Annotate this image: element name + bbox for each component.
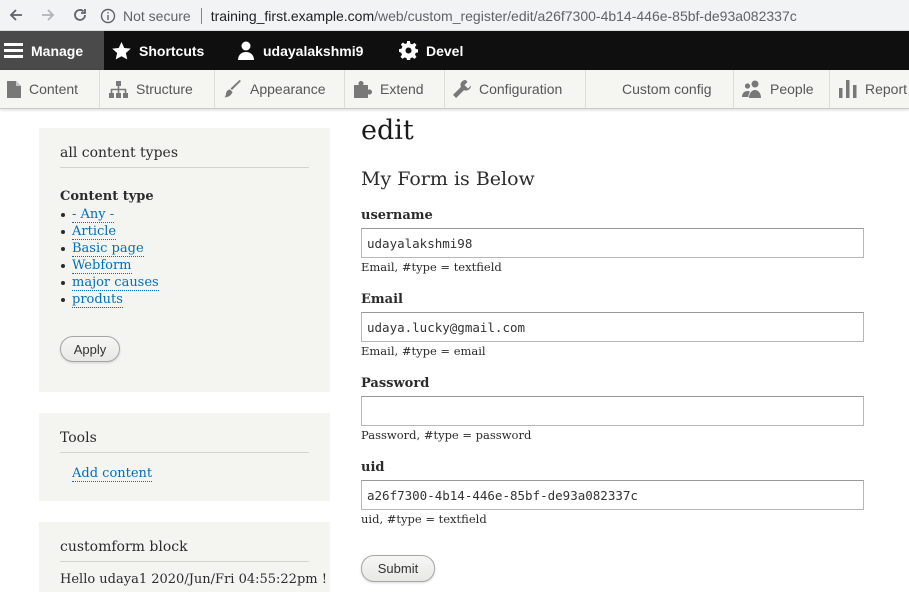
tray-reports-label: Report	[865, 81, 908, 97]
back-button[interactable]	[4, 3, 28, 27]
paintbrush-icon	[224, 80, 241, 98]
customform-block-text: Hello udaya1 2020/Jun/Fri 04:55:22pm !	[60, 572, 327, 587]
content-type-link-major-causes[interactable]: major causes	[72, 275, 159, 291]
puzzle-icon	[354, 81, 372, 98]
password-description: Password, #type = password	[361, 428, 532, 442]
content-type-item: produts	[61, 291, 159, 308]
browser-address-bar: Not secure training_first.example.com/we…	[0, 0, 909, 31]
toolbar-devel-label: Devel	[426, 42, 464, 59]
tray-structure-label: Structure	[136, 81, 193, 97]
hamburger-icon	[4, 43, 23, 58]
filter-block-divider	[60, 167, 309, 168]
toolbar-devel[interactable]: Devel	[399, 31, 463, 70]
content-type-link-webform[interactable]: Webform	[72, 258, 132, 274]
gear-icon	[399, 41, 418, 60]
forward-button[interactable]	[36, 3, 60, 27]
toolbar-user-label: udayalakshmi9	[263, 42, 364, 59]
page-title: edit	[361, 115, 414, 146]
bar-chart-icon	[839, 80, 857, 98]
content-type-label: Content type	[60, 189, 154, 204]
security-status: Not secure	[123, 7, 191, 24]
toolbar-user[interactable]: udayalakshmi9	[237, 31, 363, 70]
tray-people-label: People	[770, 81, 814, 97]
tray-appearance[interactable]: Appearance	[215, 70, 345, 108]
customform-block: customform block Hello udaya1 2020/Jun/F…	[39, 522, 330, 592]
tools-block-divider	[60, 452, 309, 453]
add-content-link[interactable]: Add content	[72, 466, 153, 482]
reload-icon	[74, 9, 86, 21]
toolbar-manage-label: Manage	[31, 42, 84, 59]
content-type-item: Basic page	[61, 240, 159, 257]
content-type-item: - Any -	[61, 206, 159, 223]
toolbar-shortcuts-label: Shortcuts	[139, 42, 205, 59]
apply-button[interactable]: Apply	[60, 336, 120, 362]
tray-structure[interactable]: Structure	[100, 70, 215, 108]
content-type-item: Webform	[61, 257, 159, 274]
content-type-filter-block: all content types Content type - Any - A…	[39, 128, 330, 392]
tray-content[interactable]: Content	[0, 70, 100, 108]
username-input[interactable]: udayalakshmi98	[361, 228, 864, 258]
toolbar-manage[interactable]: Manage	[0, 31, 104, 70]
toolbar-shortcuts[interactable]: Shortcuts	[112, 31, 204, 70]
form-heading: My Form is Below	[361, 168, 535, 190]
tray-people[interactable]: People	[734, 70, 830, 108]
username-label: username	[361, 208, 433, 223]
tray-custom-config[interactable]: Custom config	[585, 70, 734, 108]
tray-custom-config-label: Custom config	[622, 81, 712, 97]
tray-extend[interactable]: Extend	[345, 70, 445, 108]
filter-block-title: all content types	[60, 145, 179, 161]
uid-input[interactable]: a26f7300-4b14-446e-85bf-de93a082337c	[361, 480, 864, 510]
tray-appearance-label: Appearance	[250, 81, 326, 97]
url-path: /web/custom_register/edit/a26f7300-4b14-…	[374, 7, 797, 24]
content-type-link-basic-page[interactable]: Basic page	[72, 241, 144, 257]
tray-configuration-label: Configuration	[479, 81, 563, 97]
user-icon	[238, 41, 254, 60]
uid-label: uid	[361, 460, 385, 475]
tools-block: Tools Add content	[39, 413, 330, 501]
people-icon	[742, 80, 761, 98]
wrench-icon	[453, 80, 471, 98]
email-input[interactable]: udaya.lucky@gmail.com	[361, 312, 864, 342]
content-type-link-produts[interactable]: produts	[72, 292, 123, 308]
submit-button[interactable]: Submit	[361, 555, 435, 582]
star-icon	[112, 41, 131, 59]
password-label: Password	[361, 376, 430, 391]
structure-icon	[109, 80, 128, 98]
forward-arrow-icon	[42, 9, 55, 21]
tray-content-label: Content	[29, 81, 79, 97]
email-label: Email	[361, 292, 403, 307]
email-description: Email, #type = email	[361, 344, 486, 358]
admin-toolbar: Manage Shortcuts udayalakshmi9 Devel	[0, 31, 909, 70]
page-icon	[7, 80, 21, 98]
admin-tray: Content Structure Appearance Extend Conf…	[0, 70, 909, 109]
url-host: training_first.example.com	[210, 7, 375, 24]
tray-extend-label: Extend	[380, 81, 424, 97]
uid-description: uid, #type = textfield	[361, 512, 487, 526]
customform-block-title: customform block	[60, 539, 188, 555]
info-icon	[100, 8, 116, 23]
content-type-list: - Any - Article Basic page Webform major…	[61, 206, 159, 308]
back-arrow-icon	[9, 9, 22, 21]
reload-button[interactable]	[68, 3, 92, 27]
omnibox-divider	[200, 7, 202, 24]
customform-block-divider	[60, 561, 309, 562]
tray-reports[interactable]: Report	[830, 70, 909, 108]
content-type-item: Article	[61, 223, 159, 240]
content-type-item: major causes	[61, 274, 159, 291]
content-type-link-article[interactable]: Article	[72, 224, 117, 240]
username-description: Email, #type = textfield	[361, 260, 502, 274]
omnibox[interactable]: Not secure training_first.example.com/we…	[100, 0, 797, 31]
add-content-item: Add content	[72, 466, 153, 482]
tray-configuration[interactable]: Configuration	[445, 70, 585, 108]
password-input[interactable]	[361, 396, 864, 426]
content-type-link-any[interactable]: - Any -	[72, 207, 115, 223]
tools-block-title: Tools	[60, 430, 97, 446]
